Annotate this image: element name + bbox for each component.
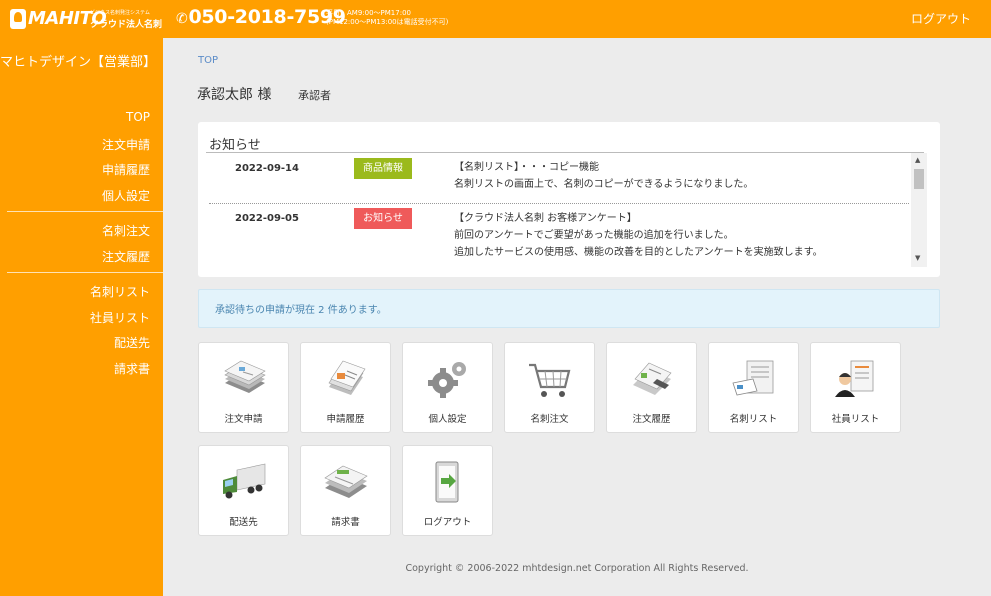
tile-card-list[interactable]: 名刺リスト bbox=[708, 342, 799, 433]
cart-icon bbox=[529, 363, 571, 397]
breadcrumb-top[interactable]: TOP bbox=[198, 55, 218, 66]
news-line: 追加したサービスの使用感、機能の改善を目的としたアンケートを実施致します。 bbox=[454, 247, 823, 258]
hours-line-1: 平日：AM9:00〜PM17:00 bbox=[326, 9, 411, 17]
tile-personal-settings[interactable]: 個人設定 bbox=[402, 342, 493, 433]
sidebar-item-card-order[interactable]: 名刺注文 bbox=[102, 222, 150, 239]
news-date: 2022-09-05 bbox=[235, 213, 299, 224]
invoice-icon bbox=[324, 465, 368, 498]
tile-label: 名刺注文 bbox=[530, 414, 569, 425]
news-line: 【クラウド法人名刺 お客様アンケート】 bbox=[454, 213, 637, 224]
top-header: MAHITO ビジネス名刺発注システム クラウド法人名刺 ✆050-2018-7… bbox=[0, 0, 991, 38]
tile-card-order[interactable]: 名刺注文 bbox=[504, 342, 595, 433]
tile-order-request[interactable]: 注文申請 bbox=[198, 342, 289, 433]
phone-number-text: 050-2018-7599 bbox=[188, 6, 346, 28]
header-logout-link[interactable]: ログアウト bbox=[911, 10, 971, 27]
news-line: 名刺リストの画面上で、名刺のコピーができるようになりました。 bbox=[454, 179, 754, 190]
tile-shipping[interactable]: 配送先 bbox=[198, 445, 289, 536]
scroll-down-icon[interactable]: ▼ bbox=[915, 254, 920, 262]
news-line: 前回のアンケートでご要望があった機能の追加を行いました。 bbox=[454, 230, 734, 241]
tile-order-history[interactable]: 注文履歴 bbox=[606, 342, 697, 433]
order-request-icon bbox=[224, 360, 266, 393]
news-separator bbox=[209, 203, 910, 204]
scrollbar-thumb[interactable] bbox=[914, 169, 924, 189]
tile-label: ログアウト bbox=[423, 517, 472, 528]
logout-door-icon bbox=[435, 461, 459, 503]
tile-label: 個人設定 bbox=[428, 414, 467, 425]
scroll-up-icon[interactable]: ▲ bbox=[915, 156, 920, 164]
sidebar-item-card-list[interactable]: 名刺リスト bbox=[90, 283, 150, 300]
sidebar-divider bbox=[7, 211, 163, 212]
news-list[interactable]: 2022-09-14 商品情報 【名刺リスト】・・・コピー機能 名刺リストの画面… bbox=[206, 153, 910, 277]
request-history-icon bbox=[328, 360, 366, 395]
company-name: マヒトデザイン【営業部】 bbox=[0, 55, 157, 70]
sidebar-item-employee-list[interactable]: 社員リスト bbox=[90, 309, 150, 326]
order-history-icon bbox=[633, 362, 672, 395]
user-role: 承認者 bbox=[298, 89, 331, 102]
user-name: 承認太郎 様 bbox=[197, 87, 272, 103]
employee-list-icon bbox=[835, 360, 874, 397]
tile-label: 注文申請 bbox=[224, 414, 263, 425]
tile-invoice[interactable]: 請求書 bbox=[300, 445, 391, 536]
news-line: 【名刺リスト】・・・コピー機能 bbox=[454, 162, 599, 173]
phone-icon: ✆ bbox=[176, 11, 188, 27]
phone-number: ✆050-2018-7599 bbox=[176, 6, 346, 28]
logo-mark-icon bbox=[10, 9, 26, 29]
news-panel: お知らせ 2022-09-14 商品情報 【名刺リスト】・・・コピー機能 名刺リ… bbox=[198, 122, 940, 277]
sidebar-divider bbox=[7, 272, 163, 273]
tile-employee-list[interactable]: 社員リスト bbox=[810, 342, 901, 433]
tile-request-history[interactable]: 申請履歴 bbox=[300, 342, 391, 433]
sidebar-item-shipping[interactable]: 配送先 bbox=[114, 334, 150, 351]
sidebar-item-request-history[interactable]: 申請履歴 bbox=[102, 161, 150, 178]
business-hours: 平日：AM9:00〜PM17:00 (PM12:00〜PM13:00は電話受付不… bbox=[326, 9, 448, 27]
truck-icon bbox=[223, 463, 266, 499]
tile-label: 申請履歴 bbox=[326, 414, 365, 425]
pending-approval-text: 承認待ちの申請が現在 2 件あります。 bbox=[215, 305, 387, 316]
tile-label: 請求書 bbox=[331, 517, 360, 528]
tile-label: 注文履歴 bbox=[632, 414, 671, 425]
gear-icon bbox=[428, 362, 466, 398]
logo[interactable]: MAHITO ビジネス名刺発注システム クラウド法人名刺 bbox=[10, 7, 163, 31]
pending-approval-notice: 承認待ちの申請が現在 2 件あります。 bbox=[198, 289, 940, 328]
news-badge: 商品情報 bbox=[354, 158, 412, 179]
news-date: 2022-09-14 bbox=[235, 163, 299, 174]
news-scrollbar[interactable]: ▲ ▼ bbox=[911, 153, 927, 267]
news-body: 【名刺リスト】・・・コピー機能 名刺リストの画面上で、名刺のコピーができるように… bbox=[454, 159, 753, 193]
sidebar-item-order-history[interactable]: 注文履歴 bbox=[102, 248, 150, 265]
news-title: お知らせ bbox=[209, 138, 261, 153]
tile-label: 社員リスト bbox=[831, 414, 880, 425]
tile-label: 名刺リスト bbox=[729, 414, 778, 425]
card-list-icon bbox=[732, 360, 774, 396]
sidebar-item-top[interactable]: TOP bbox=[126, 110, 150, 124]
copyright: Copyright © 2006-2022 mhtdesign.net Corp… bbox=[405, 563, 749, 574]
logo-service-name: クラウド法人名刺 bbox=[90, 20, 163, 30]
sidebar-item-order-request[interactable]: 注文申請 bbox=[102, 136, 150, 153]
logo-subtitle: ビジネス名刺発注システム bbox=[90, 10, 150, 16]
news-body: 【クラウド法人名刺 お客様アンケート】 前回のアンケートでご要望があった機能の追… bbox=[454, 210, 823, 261]
sidebar: マヒトデザイン【営業部】 TOP 注文申請 申請履歴 個人設定 名刺注文 注文履… bbox=[0, 38, 163, 596]
news-badge: お知らせ bbox=[354, 208, 412, 229]
sidebar-item-personal-settings[interactable]: 個人設定 bbox=[102, 187, 150, 204]
tile-logout[interactable]: ログアウト bbox=[402, 445, 493, 536]
tile-label: 配送先 bbox=[229, 517, 258, 528]
sidebar-item-invoice[interactable]: 請求書 bbox=[114, 360, 150, 377]
hours-line-2: (PM12:00〜PM13:00は電話受付不可) bbox=[326, 18, 449, 26]
